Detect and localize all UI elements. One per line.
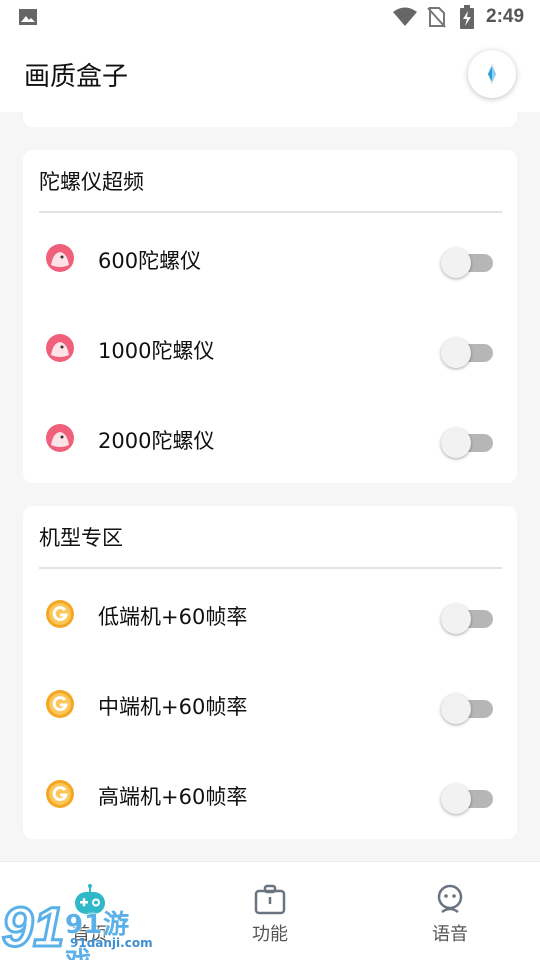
section-title: 陀螺仪超频: [39, 170, 144, 194]
toggle-knob: [441, 248, 471, 278]
svg-text:91: 91: [2, 895, 64, 958]
compass-button[interactable]: [468, 50, 516, 98]
section-divider: [39, 211, 502, 213]
orange-g-icon: [46, 600, 74, 628]
toggle-knob: [441, 784, 471, 814]
list-item-label: 高端机+60帧率: [98, 785, 248, 809]
face-icon: [437, 884, 463, 914]
list-item[interactable]: 高端机+60帧率: [23, 764, 517, 824]
list-item-label: 2000陀螺仪: [98, 429, 215, 453]
toolbox-icon: [254, 884, 286, 915]
nav-item-voice[interactable]: 语音: [390, 862, 510, 960]
watermark: 91 91游戏 91danji.com: [0, 884, 153, 960]
toggle-knob: [441, 694, 471, 724]
nav-item-features[interactable]: 功能: [210, 862, 330, 960]
list-item-label: 600陀螺仪: [98, 249, 202, 273]
orange-g-icon: [46, 780, 74, 808]
toggle-switch[interactable]: [441, 246, 495, 278]
model-section-card: 机型专区 低端机+60帧率 中端机+60帧率 高端机+60帧率: [23, 506, 517, 839]
nav-label: 语音: [432, 924, 468, 945]
no-sim-icon: [427, 7, 446, 28]
list-item[interactable]: 1000陀螺仪: [23, 318, 517, 378]
watermark-logo: 91: [1, 894, 66, 960]
toggle-knob: [441, 604, 471, 634]
watermark-text: 91游戏: [65, 910, 131, 960]
list-item-label: 中端机+60帧率: [98, 695, 248, 719]
list-item[interactable]: 中端机+60帧率: [23, 674, 517, 734]
section-title: 机型专区: [39, 526, 123, 550]
previous-card-bottom: [23, 104, 517, 127]
list-item[interactable]: 600陀螺仪: [23, 228, 517, 288]
toggle-switch[interactable]: [441, 426, 495, 458]
list-item[interactable]: 2000陀螺仪: [23, 408, 517, 468]
toggle-switch[interactable]: [441, 336, 495, 368]
toggle-knob: [441, 428, 471, 458]
pink-bird-icon: [46, 424, 74, 452]
toggle-switch[interactable]: [441, 602, 495, 634]
list-item-label: 低端机+60帧率: [98, 605, 248, 629]
toggle-switch[interactable]: [441, 692, 495, 724]
watermark-url: 91danji.com: [70, 936, 153, 950]
app-header: 画质盒子: [0, 36, 540, 112]
clock: 2:49: [486, 6, 525, 27]
section-divider: [39, 567, 502, 569]
gyro-section-card: 陀螺仪超频 600陀螺仪 1000陀螺仪 2000陀螺仪: [23, 150, 517, 483]
toggle-switch[interactable]: [441, 782, 495, 814]
page-title: 画质盒子: [24, 62, 129, 92]
wifi-icon: [393, 7, 417, 26]
list-item-label: 1000陀螺仪: [98, 339, 215, 363]
battery-charging-icon: [460, 5, 474, 29]
toggle-knob: [441, 338, 471, 368]
nav-label: 功能: [252, 924, 288, 945]
status-bar: 2:49: [0, 0, 540, 36]
orange-g-icon: [46, 690, 74, 718]
pink-bird-icon: [46, 334, 74, 362]
image-icon: [19, 9, 37, 25]
pink-bird-icon: [46, 244, 74, 272]
list-item[interactable]: 低端机+60帧率: [23, 584, 517, 644]
compass-icon: [487, 63, 497, 85]
